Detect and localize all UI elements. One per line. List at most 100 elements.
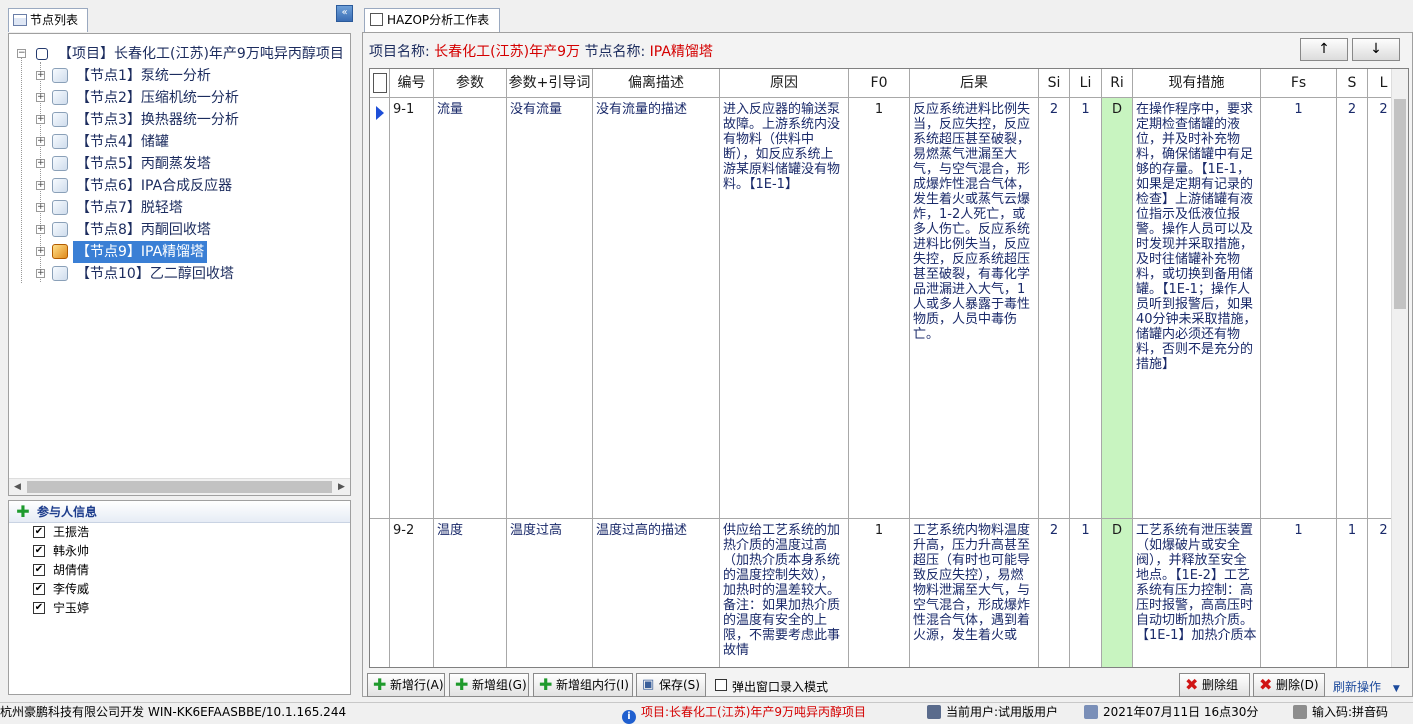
grid-cell-fs[interactable]: 1 — [1261, 519, 1337, 667]
row-selector[interactable] — [370, 98, 390, 519]
column-header[interactable]: S — [1337, 69, 1368, 98]
grid-cell-cause[interactable]: 进入反应器的输送泵故障。上游系统内没有物料（供料中断），如反应系统上游某原料储罐… — [720, 98, 849, 519]
grid-cell-id[interactable]: 9-2 — [390, 519, 434, 667]
grid-cell-fs[interactable]: 1 — [1261, 98, 1337, 519]
grid-cell-param[interactable]: 流量 — [434, 98, 507, 519]
tree-node-item[interactable]: + 【节点1】泵统一分析 — [9, 65, 349, 87]
grid-corner[interactable] — [370, 69, 390, 98]
column-header[interactable]: 编号 — [390, 69, 434, 98]
add-in-group-button[interactable]: ✚ 新增组内行(I) — [533, 673, 633, 697]
grid-cell-s[interactable]: 2 — [1337, 98, 1368, 519]
add-row-label: 新增行(A) — [390, 678, 444, 692]
checkbox-icon[interactable] — [715, 679, 727, 691]
scroll-thumb[interactable] — [27, 481, 332, 493]
refresh-menu[interactable]: 刷新操作 ▼ — [1333, 678, 1400, 695]
checkbox-icon[interactable]: ✔ — [33, 526, 45, 538]
tree-horizontal-scrollbar[interactable]: ◀ ▶ — [9, 478, 350, 495]
column-header[interactable]: 偏离描述 — [593, 69, 720, 98]
delete-button[interactable]: ✖ 删除(D) — [1253, 673, 1325, 697]
tree-node-item[interactable]: + 【节点2】压缩机统一分析 — [9, 87, 349, 109]
grid-cell-ri[interactable]: D — [1102, 98, 1133, 519]
grid-vertical-scrollbar[interactable] — [1391, 69, 1408, 667]
checkbox-icon[interactable]: ✔ — [33, 583, 45, 595]
grid-cell-f0[interactable]: 1 — [849, 98, 910, 519]
tree-node-item[interactable]: + 【节点7】脱轻塔 — [9, 197, 349, 219]
participant-name: 王振浩 — [53, 525, 90, 539]
grid-cell-consequence[interactable]: 工艺系统内物料温度升高，压力升高甚至超压（有时也可能导致反应失控），易燃物料泄漏… — [910, 519, 1039, 667]
grid-cell-guide[interactable]: 温度过高 — [507, 519, 593, 667]
tree-root-item[interactable]: − 【项目】长春化工(江苏)年产9万吨异丙醇项目 — [9, 43, 350, 65]
machine-text: WIN-KK6EFAASBBE/10.1.165.244 — [148, 705, 347, 719]
participant-item[interactable]: ✔ 韩永帅 — [9, 542, 350, 561]
column-header[interactable]: 参数 — [434, 69, 507, 98]
grid-cell-deviation[interactable]: 没有流量的描述 — [593, 98, 720, 519]
tree-node-item[interactable]: + 【节点3】换热器统一分析 — [9, 109, 349, 131]
tree-node-item[interactable]: + 【节点8】丙酮回收塔 — [9, 219, 349, 241]
column-header[interactable]: F0 — [849, 69, 910, 98]
expand-icon[interactable]: + — [36, 247, 45, 256]
checkbox-icon[interactable]: ✔ — [33, 602, 45, 614]
grid-cell-id[interactable]: 9-1 — [390, 98, 434, 519]
participant-item[interactable]: ✔ 宁玉婷 — [9, 599, 350, 618]
column-header[interactable]: Li — [1070, 69, 1102, 98]
expand-icon[interactable]: + — [36, 71, 45, 80]
node-list-tab[interactable]: 节点列表 — [8, 8, 88, 32]
tree-node-item[interactable]: + 【节点6】IPA合成反应器 — [9, 175, 349, 197]
expand-icon[interactable]: + — [36, 115, 45, 124]
participant-item[interactable]: ✔ 胡倩倩 — [9, 561, 350, 580]
collapse-icon[interactable]: − — [17, 49, 26, 58]
move-down-button[interactable]: ↓ — [1352, 38, 1400, 61]
grid-cell-cause[interactable]: 供应给工艺系统的加热介质的温度过高（加热介质本身系统的温度控制失效），加热时的温… — [720, 519, 849, 667]
participant-item[interactable]: ✔ 李传威 — [9, 580, 350, 599]
column-header[interactable]: 参数+引导词 — [507, 69, 593, 98]
delete-group-button[interactable]: ✖ 删除组 — [1179, 673, 1250, 697]
add-row-button[interactable]: ✚ 新增行(A) — [367, 673, 445, 697]
grid-cell-deviation[interactable]: 温度过高的描述 — [593, 519, 720, 667]
grid-cell-guide[interactable]: 没有流量 — [507, 98, 593, 519]
grid-cell-s[interactable]: 1 — [1337, 519, 1368, 667]
expand-icon[interactable]: + — [36, 203, 45, 212]
grid-cell-li[interactable]: 1 — [1070, 98, 1102, 519]
grid-cell-param[interactable]: 温度 — [434, 519, 507, 667]
move-up-button[interactable]: ↑ — [1300, 38, 1348, 61]
row-selector[interactable] — [370, 519, 390, 667]
grid-cell-measures[interactable]: 在操作程序中，要求定期检查储罐的液位，并及时补充物料，确保储罐中有足够的存量。【… — [1133, 98, 1261, 519]
grid-cell-si[interactable]: 2 — [1039, 519, 1070, 667]
column-header[interactable]: Fs — [1261, 69, 1337, 98]
checkbox-icon[interactable]: ✔ — [33, 545, 45, 557]
tree-node-item[interactable]: + 【节点10】乙二醇回收塔 — [9, 263, 349, 285]
tree-node-label: 【节点4】储罐 — [76, 134, 169, 150]
expand-icon[interactable]: + — [36, 225, 45, 234]
tree-node-item[interactable]: + 【节点9】IPA精馏塔 — [9, 240, 349, 264]
column-header[interactable]: Ri — [1102, 69, 1133, 98]
node-icon — [52, 156, 68, 171]
add-group-button[interactable]: ✚ 新增组(G) — [449, 673, 529, 697]
add-participant-icon[interactable]: ✚ — [16, 504, 30, 520]
expand-icon[interactable]: + — [36, 159, 45, 168]
expand-icon[interactable]: + — [36, 269, 45, 278]
grid-cell-ri[interactable]: D — [1102, 519, 1133, 667]
grid-cell-si[interactable]: 2 — [1039, 98, 1070, 519]
grid-cell-consequence[interactable]: 反应系统进料比例失当，反应失控，反应系统超压甚至破裂，易燃蒸气泄漏至大气，与空气… — [910, 98, 1039, 519]
column-header[interactable]: 原因 — [720, 69, 849, 98]
column-header[interactable]: Si — [1039, 69, 1070, 98]
expand-icon[interactable]: + — [36, 181, 45, 190]
hazop-worksheet-tab[interactable]: HAZOP分析工作表 — [364, 8, 500, 32]
scroll-thumb[interactable] — [1394, 99, 1406, 309]
checkbox-icon[interactable]: ✔ — [33, 564, 45, 576]
expand-icon[interactable]: + — [36, 93, 45, 102]
tree-node-item[interactable]: + 【节点4】储罐 — [9, 131, 349, 153]
collapse-panel-button[interactable]: « — [336, 5, 353, 22]
scroll-right-icon[interactable]: ▶ — [333, 479, 350, 495]
grid-cell-f0[interactable]: 1 — [849, 519, 910, 667]
save-button[interactable]: ▣ 保存(S) — [636, 673, 706, 697]
expand-icon[interactable]: + — [36, 137, 45, 146]
participant-item[interactable]: ✔ 王振浩 — [9, 523, 350, 542]
tree-node-item[interactable]: + 【节点5】丙酮蒸发塔 — [9, 153, 349, 175]
grid-cell-li[interactable]: 1 — [1070, 519, 1102, 667]
popup-mode-checkbox[interactable]: 弹出窗口录入模式 — [715, 678, 828, 695]
scroll-left-icon[interactable]: ◀ — [9, 479, 26, 495]
grid-cell-measures[interactable]: 工艺系统有泄压装置（如爆破片或安全阀），并释放至安全地点。【1E-2】工艺系统有… — [1133, 519, 1261, 667]
column-header[interactable]: 后果 — [910, 69, 1039, 98]
column-header[interactable]: 现有措施 — [1133, 69, 1261, 98]
